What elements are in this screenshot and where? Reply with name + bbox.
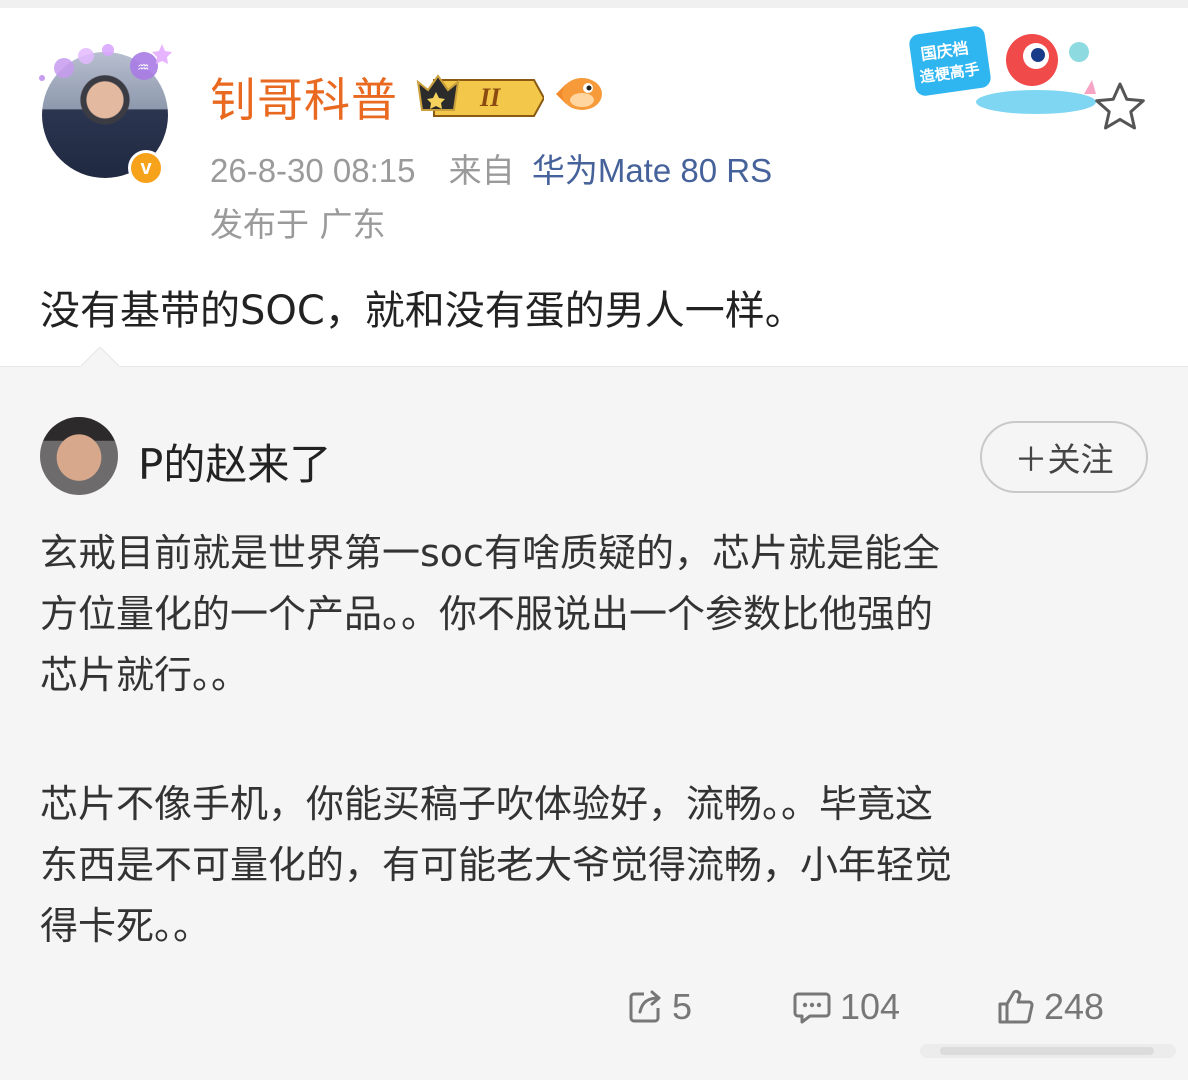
post-text: 没有基带的SOC，就和没有蛋的男人一样。 bbox=[40, 288, 805, 334]
like-icon bbox=[998, 989, 1034, 1024]
fish-badge-icon[interactable] bbox=[552, 72, 606, 116]
source-prefix: 来自 bbox=[448, 152, 515, 189]
crown-level-icon[interactable]: II bbox=[414, 68, 544, 120]
avatar-frame-decoration: ♒ bbox=[39, 44, 172, 81]
post-meta: 26-8-30 08:15 来自 华为Mate 80 RS bbox=[210, 144, 772, 192]
like-button[interactable]: 248 bbox=[996, 977, 1104, 1037]
repost-card: P的赵来了 ＋关注 玄戒目前就是世界第一soc有啥质疑的，芯片就是能全 方位量化… bbox=[0, 347, 1188, 1080]
repost-text-paragraph-2: 芯片不像手机，你能买稿子吹体验好，流畅。。毕竟这 东西是不可量化的，有可能老大爷… bbox=[40, 782, 953, 948]
device-link[interactable]: 华为Mate 80 RS bbox=[532, 152, 772, 189]
watermark bbox=[920, 1044, 1176, 1058]
svg-text:II: II bbox=[479, 83, 501, 112]
author-name[interactable]: 钊哥科普 bbox=[210, 64, 398, 130]
author-avatar[interactable]: ♒ v bbox=[39, 44, 172, 186]
post-timestamp: 26-8-30 08:15 bbox=[210, 152, 416, 189]
verified-v-icon: v bbox=[128, 150, 164, 186]
comment-count: 104 bbox=[840, 986, 901, 1027]
repost-icon bbox=[629, 990, 661, 1023]
repost-author-name[interactable]: P的赵来了 bbox=[138, 431, 331, 492]
comment-button[interactable]: 104 bbox=[792, 977, 900, 1037]
repost-count: 5 bbox=[672, 986, 693, 1027]
card-notch bbox=[80, 347, 120, 367]
comment-icon bbox=[793, 992, 831, 1024]
svg-text:♒: ♒ bbox=[137, 60, 150, 76]
repost-button[interactable]: 5 bbox=[626, 977, 692, 1037]
follow-button[interactable]: ＋关注 bbox=[980, 421, 1148, 493]
repost-author-avatar[interactable] bbox=[40, 417, 118, 495]
original-post: ♒ v 钊哥科普 II 26-8-30 08:15 来自 华为Mate 80 R… bbox=[0, 8, 1188, 366]
post-location: 发布于 广东 bbox=[210, 205, 386, 244]
top-strip bbox=[0, 0, 1188, 8]
event-sticker[interactable]: 国庆档 造梗高手 bbox=[904, 24, 1104, 120]
repost-text-paragraph-1: 玄戒目前就是世界第一soc有啥质疑的，芯片就是能全 方位量化的一个产品。。你不服… bbox=[40, 531, 940, 697]
like-count: 248 bbox=[1044, 986, 1105, 1027]
star-favorite-icon[interactable] bbox=[1090, 78, 1150, 138]
